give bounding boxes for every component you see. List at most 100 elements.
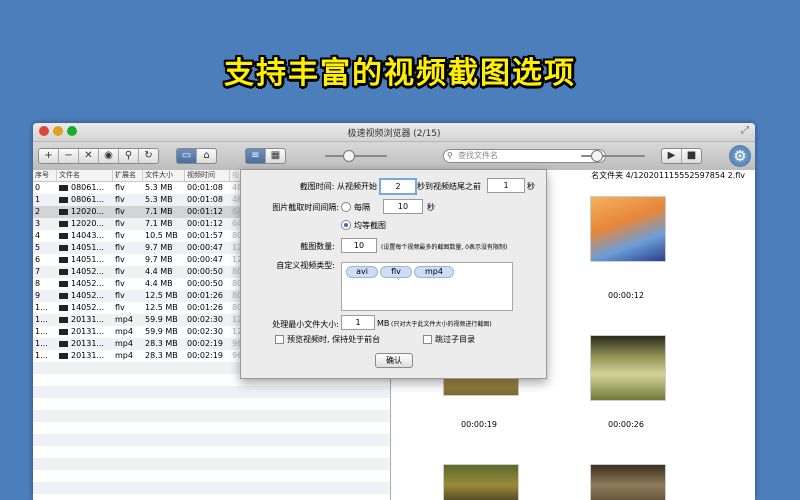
table-cell: 00:02:30 — [187, 315, 223, 324]
stop-button[interactable]: ■ — [682, 149, 701, 163]
header-size[interactable]: 文件大小 — [143, 170, 185, 181]
keep-front-checkbox[interactable] — [275, 335, 284, 344]
type-token-avi[interactable]: avi — [346, 266, 378, 278]
keep-front-label: 预览视频时, 保持处于前台 — [287, 335, 381, 344]
search-icon: ⚲ — [447, 151, 453, 160]
thumbnail-1[interactable] — [590, 196, 666, 262]
video-thumb-icon — [59, 184, 68, 191]
ok-button[interactable]: 确认 — [375, 353, 413, 368]
type-token-mp4[interactable]: mp4 — [414, 266, 454, 278]
list-view-icon[interactable]: ≡ — [246, 149, 266, 163]
table-cell: 59.9 MB — [145, 327, 178, 336]
table-cell: 12020... — [57, 218, 113, 230]
play-button[interactable]: ▶ — [662, 149, 682, 163]
search-button[interactable]: ⚲ — [119, 149, 139, 163]
table-cell: 5 — [35, 243, 41, 252]
file-name-text: 14051... — [71, 243, 105, 252]
table-cell: 20131... — [57, 314, 113, 326]
file-name-text: 14052... — [71, 303, 105, 312]
view-mode-group: ≡ ▦ — [245, 148, 286, 164]
table-cell: 00:00:47 — [187, 255, 223, 264]
location-group: ▭ ⌂ — [176, 148, 217, 164]
volume-slider[interactable] — [581, 150, 645, 162]
playback-group: ▶ ■ — [661, 148, 702, 164]
table-cell: 14051... — [57, 254, 113, 266]
even-capture-radio[interactable] — [341, 220, 351, 230]
every-interval-radio[interactable] — [341, 202, 351, 212]
refresh-button[interactable]: ↻ — [139, 149, 158, 163]
table-cell: 1... — [35, 303, 48, 312]
thumbnail-4[interactable] — [443, 464, 519, 500]
size-slider-knob[interactable] — [343, 150, 355, 162]
header-ext[interactable]: 扩展名 — [113, 170, 143, 181]
file-name-text: 20131... — [71, 339, 105, 348]
end-seconds-input[interactable]: 1 — [487, 178, 525, 193]
table-cell: 5.3 MB — [145, 195, 173, 204]
table-cell: 7 — [35, 267, 41, 276]
end-sec-unit: 秒 — [527, 182, 535, 191]
empty-row — [33, 458, 390, 470]
grid-view-icon[interactable]: ▦ — [266, 149, 285, 163]
table-cell: 00:01:08 — [187, 183, 223, 192]
table-cell: 12.5 MB — [145, 303, 178, 312]
table-cell: 00:01:12 — [187, 219, 223, 228]
table-cell: 2 — [35, 207, 41, 216]
every-seconds-input[interactable]: 10 — [383, 199, 423, 214]
file-name-text: 20131... — [71, 315, 105, 324]
video-thumb-icon — [59, 208, 68, 215]
min-size-label: 处理最小文件大小: — [272, 320, 339, 329]
clear-button[interactable]: ✕ — [79, 149, 99, 163]
table-cell: flv — [115, 279, 125, 288]
file-name-text: 14052... — [71, 291, 105, 300]
thumbnail-2-time: 00:00:19 — [461, 420, 497, 429]
table-cell: 4 — [35, 231, 41, 240]
thumbnail-1-time: 00:00:12 — [608, 291, 644, 300]
gear-icon[interactable]: ⚙ — [729, 145, 751, 167]
size-slider[interactable] — [325, 150, 387, 162]
thumbnail-3-time: 00:00:26 — [608, 420, 644, 429]
table-cell: 00:01:57 — [187, 231, 223, 240]
volume-slider-knob[interactable] — [591, 150, 603, 162]
home-icon[interactable]: ⌂ — [197, 149, 216, 163]
video-thumb-icon — [59, 244, 68, 251]
header-filename[interactable]: 文件名 — [57, 170, 113, 181]
min-size-input[interactable]: 1 — [341, 315, 375, 330]
table-cell: 14052... — [57, 278, 113, 290]
empty-row — [33, 434, 390, 446]
type-token-flv[interactable]: flv — [380, 266, 412, 278]
min-size-unit: MB — [377, 319, 390, 328]
empty-row — [33, 410, 390, 422]
file-name-text: 14052... — [71, 267, 105, 276]
table-cell: 14052... — [57, 302, 113, 314]
empty-row — [33, 470, 390, 482]
count-input[interactable]: 10 — [341, 238, 377, 253]
table-cell: 00:00:50 — [187, 279, 223, 288]
add-button[interactable]: + — [39, 149, 59, 163]
preview-eye-button[interactable]: ◉ — [99, 149, 119, 163]
folder-icon[interactable]: ▭ — [177, 149, 197, 163]
even-capture-label: 均等截图 — [354, 221, 386, 230]
table-cell: 14052... — [57, 266, 113, 278]
skip-subdir-checkbox[interactable] — [423, 335, 432, 344]
count-hint: (设置每个视频最多的截图数量, 0表示没有限制) — [381, 244, 508, 251]
video-thumb-icon — [59, 352, 68, 359]
video-thumb-icon — [59, 220, 68, 227]
start-seconds-input[interactable]: 2 — [379, 178, 417, 195]
video-types-field[interactable]: avi flv mp4 — [341, 262, 513, 311]
thumbnail-3[interactable] — [590, 335, 666, 401]
table-cell: 00:00:47 — [187, 243, 223, 252]
table-cell: 4.4 MB — [145, 267, 173, 276]
table-cell: flv — [115, 255, 125, 264]
header-duration[interactable]: 视频时间 — [185, 170, 230, 181]
thumbnail-5[interactable] — [590, 464, 666, 500]
remove-button[interactable]: − — [59, 149, 79, 163]
thumbnail-3-image — [591, 336, 665, 400]
video-thumb-icon — [59, 328, 68, 335]
table-cell: flv — [115, 207, 125, 216]
table-cell: 08061... — [57, 182, 113, 194]
table-cell: 12.5 MB — [145, 291, 178, 300]
capture-time-label: 截图时间: 从视频开始 — [299, 182, 377, 191]
table-cell: 00:01:26 — [187, 291, 223, 300]
header-index[interactable]: 序号 — [33, 170, 57, 181]
fullscreen-icon[interactable]: ⤢ — [741, 125, 749, 136]
